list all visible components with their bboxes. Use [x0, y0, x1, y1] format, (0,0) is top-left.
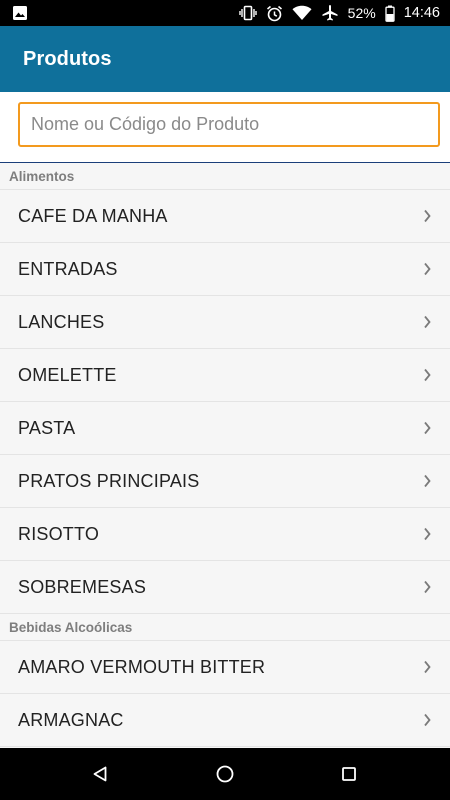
chevron-right-icon	[424, 209, 431, 223]
list-item-pratos-principais[interactable]: PRATOS PRINCIPAIS	[0, 455, 450, 508]
airplane-icon	[321, 4, 339, 22]
chevron-right-icon	[424, 527, 431, 541]
list-item-label: AMARO VERMOUTH BITTER	[18, 656, 266, 677]
alarm-icon	[266, 5, 283, 22]
section-header-alimentos: Alimentos	[0, 163, 450, 190]
list-item-label: PASTA	[18, 417, 76, 438]
list-item-lanches[interactable]: LANCHES	[0, 296, 450, 349]
battery-icon	[385, 5, 395, 22]
chevron-right-icon	[424, 713, 431, 727]
battery-percent: 52%	[347, 5, 376, 21]
list-item-label: ARMAGNAC	[18, 709, 124, 730]
image-icon	[12, 5, 28, 21]
list-item-label: LANCHES	[18, 311, 105, 332]
chevron-right-icon	[424, 474, 431, 488]
list-item-cafe-da-manha[interactable]: CAFE DA MANHA	[0, 190, 450, 243]
list-item-label: ENTRADAS	[18, 258, 118, 279]
app-bar: Produtos	[0, 26, 450, 92]
status-bar: 52% 14:46	[0, 0, 450, 26]
list-item-entradas[interactable]: ENTRADAS	[0, 243, 450, 296]
list-item-sobremesas[interactable]: SOBREMESAS	[0, 561, 450, 614]
home-icon	[216, 765, 234, 783]
navigation-bar	[0, 748, 450, 800]
category-list: Alimentos CAFE DA MANHA ENTRADAS LANCHES…	[0, 163, 450, 748]
list-item-armagnac[interactable]: ARMAGNAC	[0, 694, 450, 747]
list-item-label: OMELETTE	[18, 364, 117, 385]
list-item-pasta[interactable]: PASTA	[0, 402, 450, 455]
list-item-label: RISOTTO	[18, 523, 100, 544]
vibrate-icon	[238, 5, 257, 21]
list-item-label: CAFE DA MANHA	[18, 205, 168, 226]
section-header-bebidas-alcoolicas: Bebidas Alcoólicas	[0, 614, 450, 641]
list-item-label: PRATOS PRINCIPAIS	[18, 470, 200, 491]
recents-icon	[342, 767, 356, 781]
home-button[interactable]	[195, 748, 255, 800]
search-area	[0, 92, 450, 163]
back-button[interactable]	[70, 748, 130, 800]
chevron-right-icon	[424, 580, 431, 594]
list-item-omelette[interactable]: OMELETTE	[0, 349, 450, 402]
search-input[interactable]	[18, 102, 440, 147]
list-item-risotto[interactable]: RISOTTO	[0, 508, 450, 561]
chevron-right-icon	[424, 368, 431, 382]
back-icon	[93, 766, 107, 782]
chevron-right-icon	[424, 315, 431, 329]
chevron-right-icon	[424, 262, 431, 276]
list-item-amaro-vermouth-bitter[interactable]: AMARO VERMOUTH BITTER	[0, 641, 450, 694]
chevron-right-icon	[424, 421, 431, 435]
page-title: Produtos	[23, 47, 112, 70]
list-item-label: SOBREMESAS	[18, 576, 147, 597]
recents-button[interactable]	[319, 748, 379, 800]
clock: 14:46	[403, 5, 440, 21]
wifi-icon	[292, 5, 312, 21]
chevron-right-icon	[424, 660, 431, 674]
